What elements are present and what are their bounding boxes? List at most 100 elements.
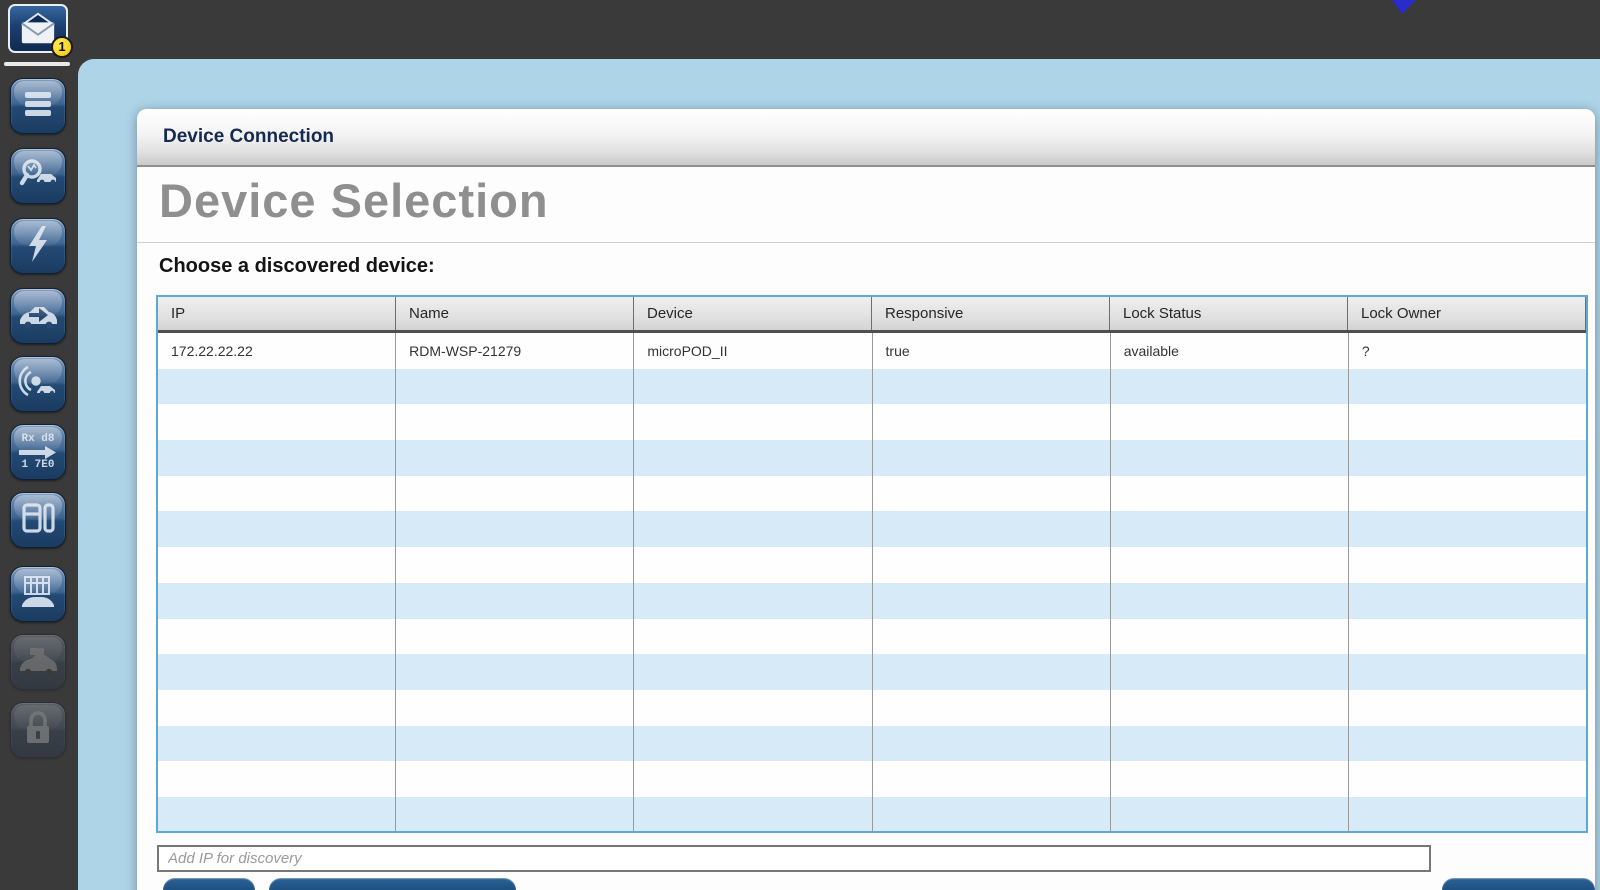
table-cell — [396, 690, 634, 726]
table-row[interactable] — [158, 547, 1586, 583]
table-cell — [1111, 726, 1349, 762]
sidebar-divider — [4, 62, 70, 66]
add-ip-input[interactable] — [157, 845, 1431, 872]
add-ip-button[interactable] — [163, 878, 255, 890]
table-cell — [873, 654, 1111, 690]
column-header[interactable]: Responsive — [872, 297, 1110, 330]
table-row[interactable] — [158, 440, 1586, 476]
table-cell — [396, 404, 634, 440]
table-cell — [1111, 619, 1349, 655]
table-cell — [396, 797, 634, 831]
table-cell — [634, 797, 872, 831]
table-cell — [1111, 761, 1349, 797]
table-row[interactable] — [158, 369, 1586, 405]
table-row[interactable] — [158, 726, 1586, 762]
table-cell — [634, 440, 872, 476]
table-cell — [634, 690, 872, 726]
garage-vehicle-icon — [17, 571, 59, 618]
table-cell — [158, 761, 396, 797]
notification-badge: 1 — [51, 36, 73, 58]
table-cell — [1349, 511, 1586, 547]
table-cell — [158, 726, 396, 762]
table-cell — [1349, 726, 1586, 762]
sidebar-item-flash[interactable] — [10, 218, 66, 274]
split-view-icon — [18, 498, 58, 543]
table-row[interactable] — [158, 654, 1586, 690]
sidebar-item-bus-monitor[interactable]: Rx d8 1 7E0 — [10, 424, 66, 480]
top-bar — [0, 0, 1600, 59]
table-cell — [873, 511, 1111, 547]
sidebar-item-menu[interactable] — [10, 78, 66, 134]
window-titlebar: Device Connection — [137, 109, 1595, 167]
table-cell — [158, 440, 396, 476]
table-cell — [873, 369, 1111, 405]
sidebar-item-vehicle-search[interactable] — [10, 148, 66, 204]
table-cell — [396, 476, 634, 512]
table-cell — [158, 690, 396, 726]
table-cell — [1349, 619, 1586, 655]
table-cell — [396, 761, 634, 797]
table-cell — [634, 761, 872, 797]
table-cell — [158, 654, 396, 690]
table-cell — [634, 654, 872, 690]
vehicle-arrow-icon — [16, 294, 60, 339]
table-cell: available — [1111, 333, 1349, 369]
table-row[interactable] — [158, 797, 1586, 831]
table-cell — [1111, 369, 1349, 405]
sidebar-item-vehicle-arrow[interactable] — [10, 288, 66, 344]
column-header[interactable]: Lock Owner — [1348, 297, 1586, 330]
table-cell — [158, 369, 396, 405]
lock-icon — [18, 707, 58, 754]
table-cell — [158, 547, 396, 583]
table-row[interactable] — [158, 404, 1586, 440]
table-cell — [1111, 511, 1349, 547]
table-cell — [396, 440, 634, 476]
table-cell — [396, 583, 634, 619]
table-cell — [873, 690, 1111, 726]
bottom-right-button[interactable] — [1442, 878, 1595, 890]
table-cell — [396, 619, 634, 655]
table-cell — [1111, 440, 1349, 476]
recover-config-button[interactable] — [269, 878, 516, 890]
sidebar: 1 — [0, 0, 78, 890]
sidebar-item-wireless-vehicle[interactable] — [10, 356, 66, 412]
window-title: Device Connection — [163, 126, 334, 148]
table-row[interactable]: 172.22.22.22RDM-WSP-21279microPOD_IItrue… — [158, 333, 1586, 369]
table-cell — [396, 511, 634, 547]
table-cell — [1111, 404, 1349, 440]
content-background: Device Connection Device Selection Choos… — [78, 59, 1600, 890]
table-cell — [1349, 440, 1586, 476]
table-cell — [634, 404, 872, 440]
table-cell: 172.22.22.22 — [158, 333, 396, 369]
table-row[interactable] — [158, 690, 1586, 726]
table-cell — [873, 619, 1111, 655]
mouse-cursor-icon — [1390, 0, 1424, 16]
column-header[interactable]: Name — [396, 297, 634, 330]
table-cell — [634, 726, 872, 762]
vehicle-dim-icon — [16, 640, 60, 685]
table-row[interactable] — [158, 619, 1586, 655]
table-row[interactable] — [158, 476, 1586, 512]
mail-notification-button[interactable]: 1 — [8, 4, 68, 53]
table-row[interactable] — [158, 511, 1586, 547]
table-cell — [1349, 583, 1586, 619]
menu-icon — [18, 84, 58, 129]
table-cell — [1111, 583, 1349, 619]
sidebar-item-split-view[interactable] — [10, 492, 66, 548]
table-cell — [634, 369, 872, 405]
column-header[interactable]: IP — [158, 297, 396, 330]
wireless-vehicle-icon — [16, 361, 60, 408]
table-cell — [873, 404, 1111, 440]
table-row[interactable] — [158, 761, 1586, 797]
table-cell — [396, 369, 634, 405]
table-cell — [873, 547, 1111, 583]
device-table: IPNameDeviceResponsiveLock StatusLock Ow… — [156, 295, 1588, 833]
sidebar-item-garage-vehicle[interactable] — [10, 566, 66, 622]
flash-icon — [18, 223, 58, 270]
column-header[interactable]: Lock Status — [1110, 297, 1348, 330]
table-cell — [634, 547, 872, 583]
column-header[interactable]: Device — [634, 297, 872, 330]
table-row[interactable] — [158, 583, 1586, 619]
table-cell: true — [873, 333, 1111, 369]
sidebar-item-vehicle-dim — [10, 634, 66, 690]
